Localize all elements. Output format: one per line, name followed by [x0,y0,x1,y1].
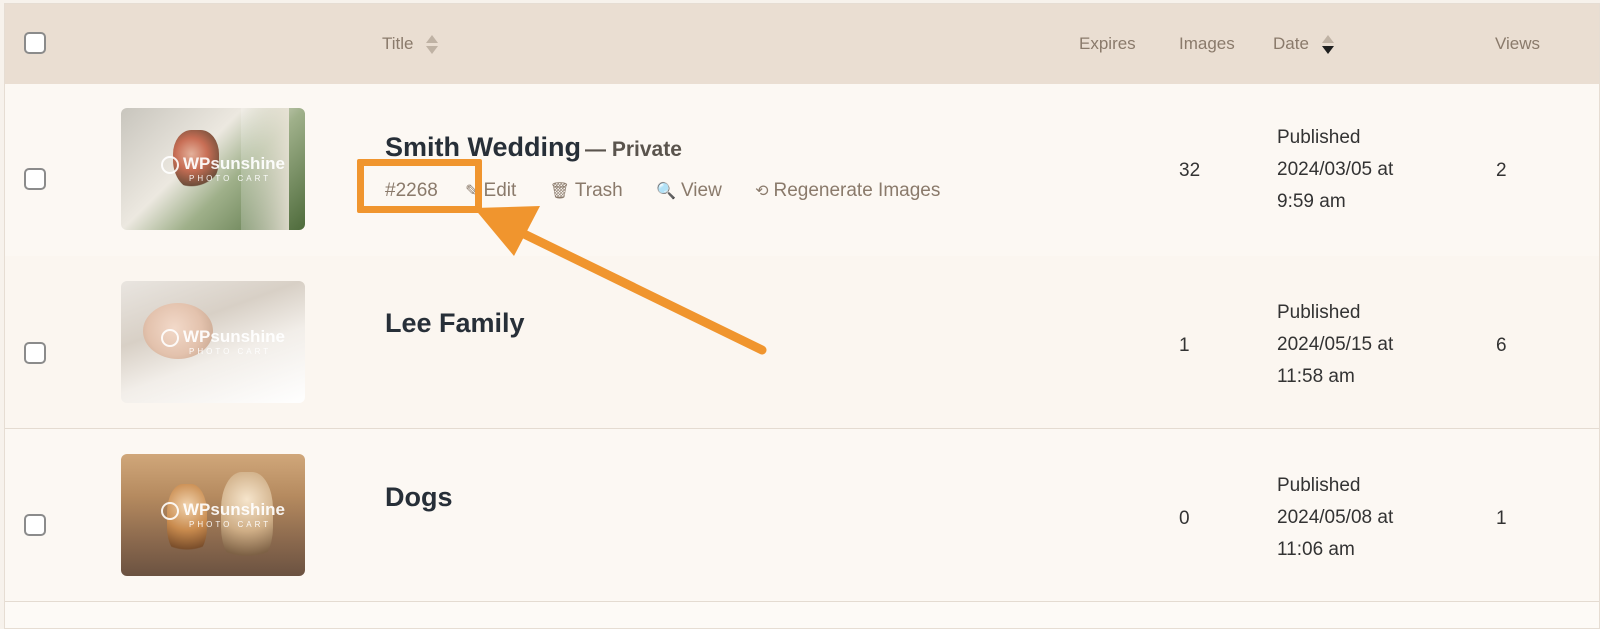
views-count: 1 [1496,508,1507,529]
expires-column-header: Expires [1079,34,1136,53]
date-column-header[interactable]: Date [1273,34,1334,55]
sort-arrows-icon [1321,35,1334,55]
images-count: 1 [1179,335,1190,356]
select-all-checkbox[interactable] [24,32,46,54]
row-checkbox[interactable] [24,342,46,364]
view-link[interactable]: 🔍 View [656,180,722,202]
table-row: WPsunshine PHOTO CART Smith Wedding — Priv… [5,84,1599,257]
trash-icon: 🗑 [549,183,570,200]
sort-arrows-icon [426,35,439,55]
views-column-header: Views [1495,34,1541,53]
status-label: — Private [585,138,682,161]
publish-date: Published 2024/05/08 at 11:06 am [1277,475,1394,560]
images-count: 0 [1179,508,1190,529]
table-row: WPsunshine PHOTO CART Lee Family 1 Publis… [5,256,1599,429]
gallery-title-link[interactable]: Dogs [385,482,453,513]
row-checkbox[interactable] [24,168,46,190]
highlight-box [357,159,482,213]
gallery-thumbnail[interactable]: WPsunshine PHOTO CART [121,108,305,230]
views-count: 6 [1496,335,1507,356]
regenerate-icon: ⟲ [755,183,769,200]
publish-date: Published 2024/03/05 at 9:59 am [1277,127,1394,212]
gallery-title-link[interactable]: Lee Family [385,308,525,339]
table-row: WPsunshine PHOTO CART Dogs 0 Published 20… [5,429,1599,602]
trash-link[interactable]: 🗑 Trash [550,180,623,202]
watermark-logo: WPsunshine PHOTO CART [161,327,285,356]
images-column-header: Images [1179,34,1235,53]
row-checkbox[interactable] [24,514,46,536]
publish-date: Published 2024/05/15 at 11:58 am [1277,302,1394,387]
galleries-table: Title Expires Images Date Views WPsunshi… [4,3,1600,629]
watermark-logo: WPsunshine PHOTO CART [161,500,285,529]
regenerate-images-link[interactable]: ⟲ Regenerate Images [755,180,940,202]
title-column-header[interactable]: Title [382,34,439,55]
gallery-thumbnail[interactable]: WPsunshine PHOTO CART [121,454,305,576]
table-header: Title Expires Images Date Views [5,4,1599,85]
view-icon: 🔍 [656,183,676,200]
views-count: 2 [1496,160,1507,181]
gallery-thumbnail[interactable]: WPsunshine PHOTO CART [121,281,305,403]
watermark-logo: WPsunshine PHOTO CART [161,154,285,183]
images-count: 32 [1179,160,1201,181]
